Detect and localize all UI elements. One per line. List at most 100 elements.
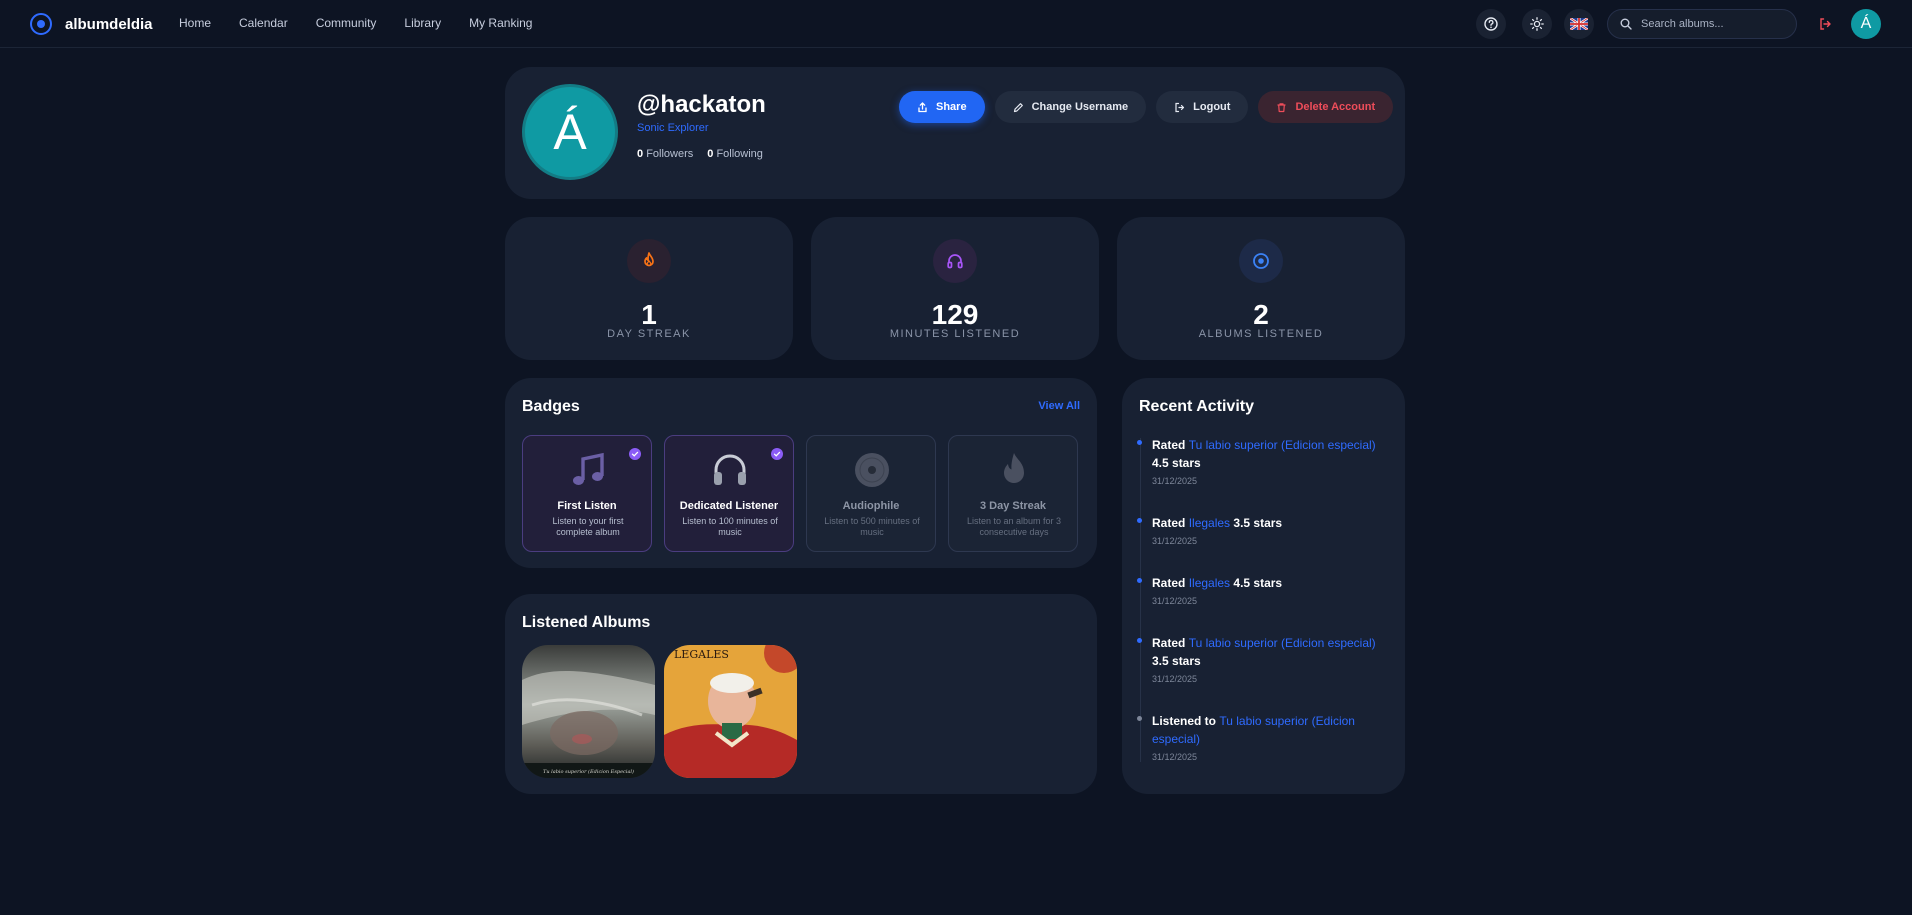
nav-link-calendar[interactable]: Calendar <box>239 16 288 30</box>
activity-suffix: 3.5 stars <box>1233 516 1283 530</box>
album-cover-caption: Tu labio superior (Edicion Especial) <box>543 769 634 775</box>
listened-albums-card: Listened Albums Tu labio superior (Edici… <box>505 594 1097 794</box>
nav-link-home[interactable]: Home <box>179 16 211 30</box>
album-cover-caption: LEGALES <box>674 648 729 661</box>
timeline-dot <box>1137 518 1142 523</box>
share-button[interactable]: Share <box>899 91 985 123</box>
activity-prefix: Rated <box>1152 576 1186 590</box>
activity-date: 31/12/2025 <box>1152 536 1198 546</box>
flame-icon <box>992 450 1036 490</box>
activity-suffix: 3.5 stars <box>1152 654 1201 668</box>
brand-name: albumdeldia <box>65 15 153 33</box>
followers-count: 0 <box>637 148 644 160</box>
search-icon <box>1620 18 1632 30</box>
badge-name: Dedicated Listener <box>679 500 779 512</box>
activity-suffix: 4.5 stars <box>1233 576 1283 590</box>
following-label: Following <box>716 148 763 160</box>
recent-activity-card: Recent Activity Rated Tu labio superior … <box>1122 378 1405 794</box>
theme-toggle-button[interactable] <box>1522 9 1552 39</box>
nav-link-community[interactable]: Community <box>316 16 377 30</box>
stat-value: 129 <box>931 299 979 330</box>
badge-dedicated-listener[interactable]: Dedicated Listener Listen to 100 minutes… <box>664 435 794 552</box>
delete-account-label: Delete Account <box>1295 101 1376 113</box>
listened-albums-title: Listened Albums <box>522 614 651 631</box>
badge-name: First Listen <box>557 500 617 512</box>
album-cover-ilegales[interactable]: LEGALES <box>664 645 797 778</box>
stat-label: ALBUMS LISTENED <box>1198 328 1324 340</box>
stat-label: MINUTES LISTENED <box>889 328 1021 340</box>
badge-description: Listen to 100 minutes of music <box>682 516 778 537</box>
activity-date: 31/12/2025 <box>1152 476 1198 486</box>
pencil-icon <box>1013 102 1023 112</box>
stat-value: 1 <box>641 299 657 330</box>
activity-album-link[interactable]: Tu labio superior (Edicion especial) <box>1189 438 1376 452</box>
logout-icon <box>1820 18 1831 30</box>
followers-stat[interactable]: 0 Followers <box>637 148 693 160</box>
logout-button[interactable]: Logout <box>1156 91 1249 123</box>
uk-flag-icon <box>1570 18 1588 30</box>
activity-suffix: 4.5 stars <box>1152 456 1201 470</box>
change-username-label: Change Username <box>1031 101 1129 113</box>
activity-date: 31/12/2025 <box>1152 752 1198 762</box>
help-button[interactable] <box>1476 9 1506 39</box>
nav-link-my-ranking[interactable]: My Ranking <box>469 16 532 30</box>
activity-prefix: Rated <box>1152 438 1186 452</box>
logo-icon <box>30 13 52 35</box>
delete-account-button[interactable]: Delete Account <box>1258 91 1394 123</box>
activity-prefix: Rated <box>1152 516 1186 530</box>
timeline-line <box>1140 438 1141 762</box>
album-cover-tu-labio-superior[interactable]: Tu labio superior (Edicion Especial) <box>522 645 655 778</box>
trash-icon <box>1277 102 1286 112</box>
activity-album-link[interactable]: Tu labio superior (Edicion especial) <box>1189 636 1376 650</box>
badge-audiophile[interactable]: Audiophile Listen to 500 minutes of musi… <box>806 435 936 552</box>
timeline-dot <box>1137 440 1142 445</box>
badge-description: Listen to your first complete album <box>552 516 624 537</box>
top-nav: albumdeldia Home Calendar Community Libr… <box>0 0 1912 48</box>
stat-value: 2 <box>1253 299 1269 330</box>
nav-links: Home Calendar Community Library My Ranki… <box>179 16 532 30</box>
badge-description: Listen to 500 minutes of music <box>824 516 920 537</box>
disc-icon <box>1239 239 1283 283</box>
stat-card-minutes-listened: 129 MINUTES LISTENED <box>811 217 1099 360</box>
badge-first-listen[interactable]: First Listen Listen to your first comple… <box>522 435 652 552</box>
headphones-icon <box>708 450 752 490</box>
search-box[interactable] <box>1607 9 1797 39</box>
logout-icon <box>1175 102 1185 112</box>
badge-name: 3 Day Streak <box>979 500 1047 512</box>
change-username-button[interactable]: Change Username <box>994 91 1147 123</box>
badge-name: Audiophile <box>842 500 900 512</box>
music-note-icon <box>566 450 610 490</box>
share-label: Share <box>936 101 967 113</box>
profile-card: Á @hackaton Sonic Explorer 0 Followers 0… <box>505 67 1405 199</box>
activity-date: 31/12/2025 <box>1152 596 1198 606</box>
nav-logout-button[interactable] <box>1810 9 1840 39</box>
follow-stats: 0 Followers 0 Following <box>637 148 763 160</box>
share-icon <box>918 101 927 112</box>
activity-album-link[interactable]: Ilegales <box>1189 516 1230 530</box>
badge-3-day-streak[interactable]: 3 Day Streak Listen to an album for 3 co… <box>948 435 1078 552</box>
profile-title: Sonic Explorer <box>637 122 709 134</box>
followers-label: Followers <box>646 148 694 160</box>
recent-activity-title: Recent Activity <box>1139 398 1254 415</box>
activity-prefix: Listened to <box>1152 714 1217 728</box>
headphones-icon <box>933 239 977 283</box>
activity-date: 31/12/2025 <box>1152 674 1198 684</box>
stat-card-albums-listened: 2 ALBUMS LISTENED <box>1117 217 1405 360</box>
timeline-dot <box>1137 716 1142 721</box>
following-stat[interactable]: 0 Following <box>707 148 763 160</box>
nav-link-library[interactable]: Library <box>404 16 441 30</box>
activity-prefix: Rated <box>1152 636 1186 650</box>
verified-check-icon <box>771 448 783 460</box>
badges-title: Badges <box>522 398 580 415</box>
user-avatar[interactable]: Á <box>1851 9 1881 39</box>
timeline-dot <box>1137 638 1142 643</box>
search-input[interactable] <box>1641 18 1781 30</box>
view-all-badges-link[interactable]: View All <box>1038 400 1080 412</box>
flame-icon <box>627 239 671 283</box>
profile-username: @hackaton <box>637 91 766 118</box>
activity-album-link[interactable]: Ilegales <box>1189 576 1230 590</box>
verified-check-icon <box>629 448 641 460</box>
brand[interactable]: albumdeldia <box>30 13 153 35</box>
timeline-dot <box>1137 578 1142 583</box>
language-button[interactable] <box>1564 9 1594 39</box>
